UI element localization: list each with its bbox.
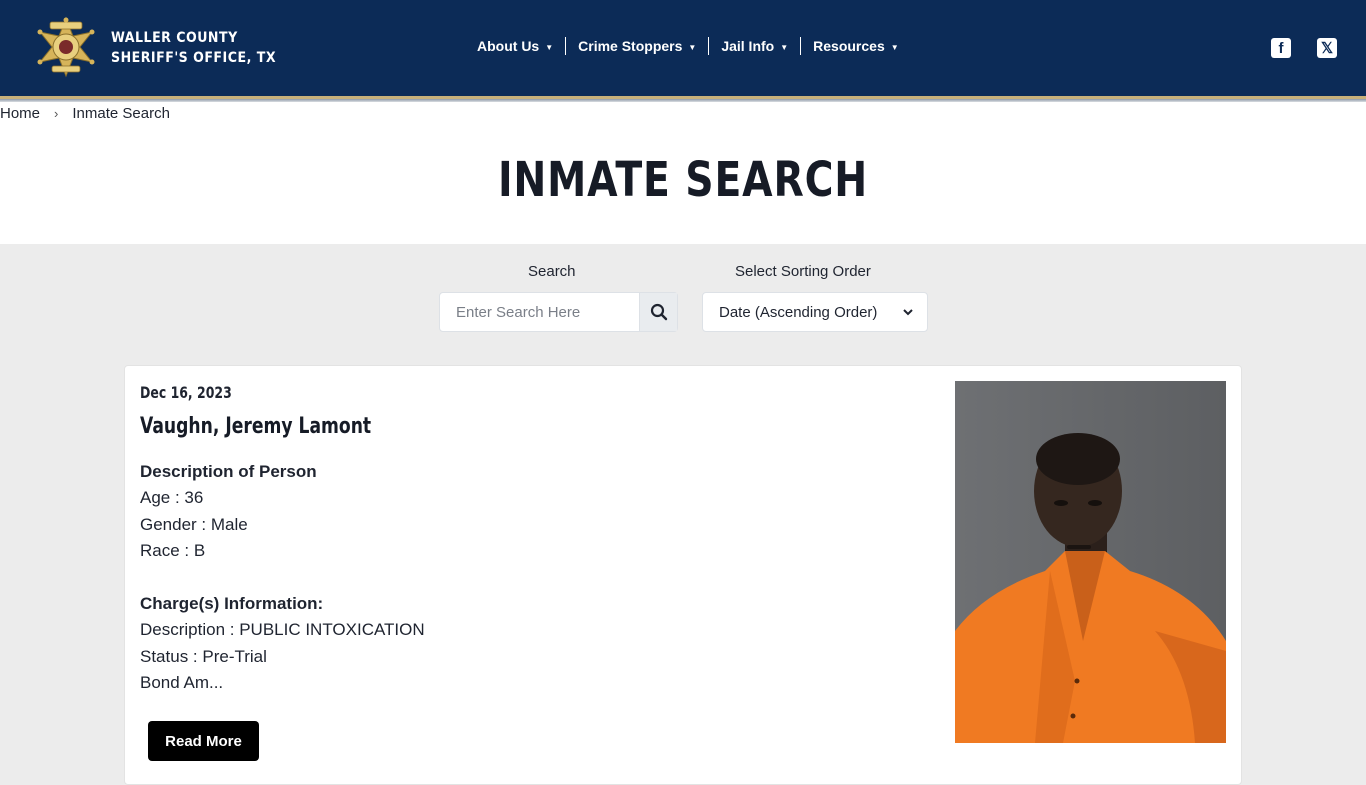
inmate-gender: Gender : Male — [140, 515, 248, 534]
mugshot-photo[interactable] — [955, 381, 1226, 743]
nav-about-us[interactable]: About Us ▼ — [465, 37, 565, 55]
chevron-down-icon — [903, 309, 913, 316]
breadcrumb-current: Inmate Search — [72, 104, 170, 122]
caret-down-icon: ▼ — [688, 42, 697, 52]
inmate-age: Age : 36 — [140, 488, 204, 507]
caret-down-icon: ▼ — [890, 42, 899, 52]
charges-heading-text: Charge(s) Information: — [140, 594, 324, 613]
charges-heading: Charge(s) Information: — [140, 593, 323, 615]
search-label: Search — [528, 263, 576, 280]
inmate-name[interactable]: Vaughn, Jeremy Lamont — [140, 414, 371, 439]
nav-jail-info[interactable]: Jail Info ▼ — [708, 37, 800, 55]
sort-order-select[interactable]: Date (Ascending Order) — [702, 292, 928, 332]
read-more-button[interactable]: Read More — [148, 721, 259, 761]
breadcrumb-home[interactable]: Home — [0, 105, 40, 122]
search-field — [439, 292, 678, 332]
nav-resources-label: Resources — [813, 38, 885, 54]
nav-jail-info-label: Jail Info — [721, 38, 775, 54]
main-nav: About Us ▼ Crime Stoppers ▼ Jail Info ▼ … — [465, 36, 911, 56]
description-heading-text: Description of Person — [140, 462, 317, 481]
booking-date: Dec 16, 2023 — [140, 383, 232, 402]
facebook-icon[interactable]: f — [1271, 38, 1291, 58]
nav-crime-stoppers[interactable]: Crime Stoppers ▼ — [565, 37, 708, 55]
breadcrumb-separator: › — [54, 105, 59, 121]
sort-label: Select Sorting Order — [735, 263, 871, 280]
sheriff-star-badge-icon[interactable] — [30, 16, 102, 78]
inmate-race: Race : B — [140, 541, 206, 560]
nav-about-us-label: About Us — [477, 38, 540, 54]
charge-status: Status : Pre-Trial — [140, 647, 267, 666]
nav-resources[interactable]: Resources ▼ — [800, 37, 911, 55]
charge-description: Description : PUBLIC INTOXICATION — [140, 620, 425, 639]
x-twitter-icon[interactable]: 𝕏 — [1317, 38, 1337, 58]
description-heading: Description of Person — [140, 461, 317, 483]
search-button[interactable] — [639, 293, 677, 331]
search-icon — [650, 303, 667, 321]
breadcrumb: Home › Inmate Search — [0, 103, 170, 123]
search-input[interactable] — [440, 293, 639, 331]
caret-down-icon: ▼ — [780, 42, 789, 52]
caret-down-icon: ▼ — [545, 42, 554, 52]
nav-crime-stoppers-label: Crime Stoppers — [578, 38, 683, 54]
sort-selected-value: Date (Ascending Order) — [719, 303, 878, 321]
brand-line-1: WALLER COUNTY — [111, 30, 238, 46]
brand-title[interactable]: WALLER COUNTY SHERIFF'S OFFICE, TX — [111, 28, 276, 68]
site-header: WALLER COUNTY SHERIFF'S OFFICE, TX About… — [0, 0, 1366, 96]
bond-amount-truncated: Bond Am... — [140, 673, 224, 692]
page-title: INMATE SEARCH — [497, 152, 869, 208]
brand-line-2: SHERIFF'S OFFICE, TX — [111, 50, 277, 66]
